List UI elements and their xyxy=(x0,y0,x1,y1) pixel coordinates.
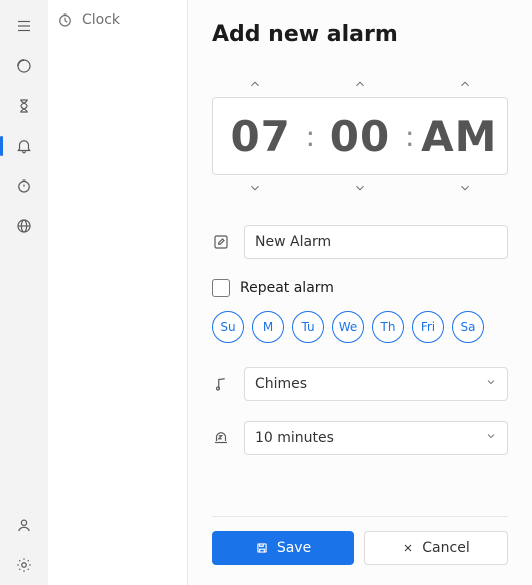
edit-icon xyxy=(212,233,230,251)
day-fr[interactable]: Fri xyxy=(412,311,444,343)
globe-icon xyxy=(15,217,33,235)
save-icon xyxy=(255,541,269,555)
sound-dropdown[interactable]: Chimes xyxy=(244,367,508,401)
gear-icon xyxy=(15,556,33,574)
nav-settings[interactable] xyxy=(0,545,48,585)
alarm-name-value: New Alarm xyxy=(255,234,331,250)
chevron-up-icon xyxy=(353,77,367,91)
save-button[interactable]: Save xyxy=(212,531,354,565)
day-mo[interactable]: M xyxy=(252,311,284,343)
bell-icon xyxy=(15,137,33,155)
panel-title: Add new alarm xyxy=(212,22,508,47)
sound-value: Chimes xyxy=(255,376,307,392)
nav-rail xyxy=(0,0,48,585)
alarm-name-input[interactable]: New Alarm xyxy=(244,225,508,259)
stopwatch-icon xyxy=(15,177,33,195)
ampm-down-button[interactable] xyxy=(423,181,508,195)
day-selector: Su M Tu We Th Fri Sa xyxy=(212,311,508,343)
hour-up-button[interactable] xyxy=(212,77,297,91)
hourglass-icon xyxy=(15,97,33,115)
focus-icon xyxy=(15,57,33,75)
ampm-up-button[interactable] xyxy=(423,77,508,91)
snooze-value: 10 minutes xyxy=(255,430,334,446)
snooze-icon xyxy=(212,429,230,447)
cancel-button[interactable]: Cancel xyxy=(364,531,508,565)
music-note-icon xyxy=(212,375,230,393)
time-display[interactable]: 07 : 00 : AM xyxy=(212,97,508,175)
day-we[interactable]: We xyxy=(332,311,364,343)
chevron-down-icon xyxy=(248,181,262,195)
time-picker: 07 : 00 : AM xyxy=(212,71,508,201)
chevron-up-icon xyxy=(248,77,262,91)
hour-value[interactable]: 07 xyxy=(221,112,300,161)
ampm-value[interactable]: AM xyxy=(420,112,499,161)
clock-icon xyxy=(56,11,74,29)
snooze-dropdown[interactable]: 10 minutes xyxy=(244,421,508,455)
chevron-down-icon xyxy=(485,376,497,392)
app-title: Clock xyxy=(82,12,120,28)
nav-focus-sessions[interactable] xyxy=(0,46,48,86)
time-separator: : xyxy=(300,120,320,153)
day-th[interactable]: Th xyxy=(372,311,404,343)
minute-up-button[interactable] xyxy=(317,77,402,91)
save-label: Save xyxy=(277,540,311,556)
day-su[interactable]: Su xyxy=(212,311,244,343)
add-alarm-panel: Add new alarm 07 : 00 : AM xyxy=(188,0,532,585)
hour-down-button[interactable] xyxy=(212,181,297,195)
nav-alarm[interactable] xyxy=(0,126,48,166)
nav-world-clock[interactable] xyxy=(0,206,48,246)
time-separator: : xyxy=(400,120,420,153)
minute-value[interactable]: 00 xyxy=(320,112,399,161)
chevron-down-icon xyxy=(458,181,472,195)
chevron-down-icon xyxy=(353,181,367,195)
menu-button[interactable] xyxy=(0,6,48,46)
nav-timer[interactable] xyxy=(0,86,48,126)
cancel-label: Cancel xyxy=(422,540,469,556)
nav-account[interactable] xyxy=(0,505,48,545)
list-pane: Clock xyxy=(48,0,188,585)
repeat-checkbox[interactable] xyxy=(212,279,230,297)
chevron-down-icon xyxy=(485,430,497,446)
day-tu[interactable]: Tu xyxy=(292,311,324,343)
nav-stopwatch[interactable] xyxy=(0,166,48,206)
close-icon xyxy=(402,542,414,554)
person-icon xyxy=(15,516,33,534)
menu-icon xyxy=(15,17,33,35)
chevron-up-icon xyxy=(458,77,472,91)
repeat-label: Repeat alarm xyxy=(240,280,334,296)
day-sa[interactable]: Sa xyxy=(452,311,484,343)
minute-down-button[interactable] xyxy=(317,181,402,195)
